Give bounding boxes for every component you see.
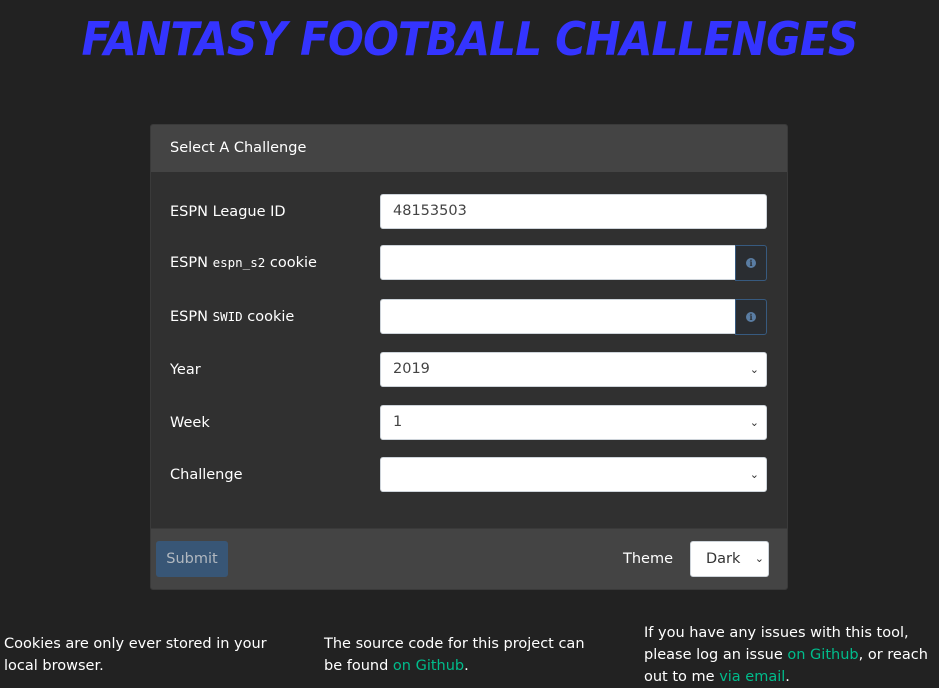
year-row: Year 2019 ⌄ xyxy=(170,352,767,388)
year-select[interactable]: 2019 ⌄ xyxy=(380,352,767,387)
espn-s2-label: ESPN espn_s2 cookie xyxy=(170,255,317,271)
swid-row: ESPN SWID cookie i xyxy=(170,299,767,335)
info-icon: i xyxy=(746,312,756,322)
source-github-link[interactable]: on Github xyxy=(393,658,464,674)
info-icon: i xyxy=(746,258,756,268)
theme-selected-value: Dark xyxy=(706,551,741,567)
year-label: Year xyxy=(170,362,201,378)
league-id-label: ESPN League ID xyxy=(170,204,286,220)
theme-label: Theme xyxy=(623,551,674,567)
theme-select[interactable]: Dark ⌄ xyxy=(690,541,769,577)
week-row: Week 1 ⌄ xyxy=(170,405,767,441)
league-id-input[interactable]: 48153503 xyxy=(380,194,767,229)
swid-info-button[interactable]: i xyxy=(735,299,767,335)
week-select[interactable]: 1 ⌄ xyxy=(380,405,767,440)
challenge-row: Challenge ⌄ xyxy=(170,457,767,493)
chevron-down-icon: ⌄ xyxy=(749,416,759,429)
chevron-down-icon: ⌄ xyxy=(754,552,764,565)
issues-github-link[interactable]: on Github xyxy=(787,647,858,663)
card-footer: Submit Theme Dark ⌄ xyxy=(151,528,787,589)
league-id-row: ESPN League ID 48153503 xyxy=(170,194,767,230)
challenge-form-card: Select A Challenge ESPN League ID 481535… xyxy=(150,124,788,590)
submit-button[interactable]: Submit xyxy=(156,541,228,577)
year-selected-value: 2019 xyxy=(393,361,430,377)
week-label: Week xyxy=(170,415,210,431)
swid-input[interactable] xyxy=(380,299,736,334)
swid-label: ESPN SWID cookie xyxy=(170,309,295,325)
chevron-down-icon: ⌄ xyxy=(749,468,759,481)
issues-note: If you have any issues with this tool, p… xyxy=(644,625,928,685)
page-title: Fantasy Football Challenges xyxy=(81,12,858,66)
espn-s2-input[interactable] xyxy=(380,245,736,280)
espn-s2-row: ESPN espn_s2 cookie i xyxy=(170,245,767,281)
espn-s2-info-button[interactable]: i xyxy=(735,245,767,281)
source-note: The source code for this project can be … xyxy=(324,636,585,674)
chevron-down-icon: ⌄ xyxy=(749,363,759,376)
card-title: Select A Challenge xyxy=(151,125,787,172)
week-selected-value: 1 xyxy=(393,414,403,430)
challenge-label: Challenge xyxy=(170,467,243,483)
challenge-select[interactable]: ⌄ xyxy=(380,457,767,492)
email-link[interactable]: via email xyxy=(719,669,785,685)
cookies-note: Cookies are only ever stored in your loc… xyxy=(4,636,267,674)
